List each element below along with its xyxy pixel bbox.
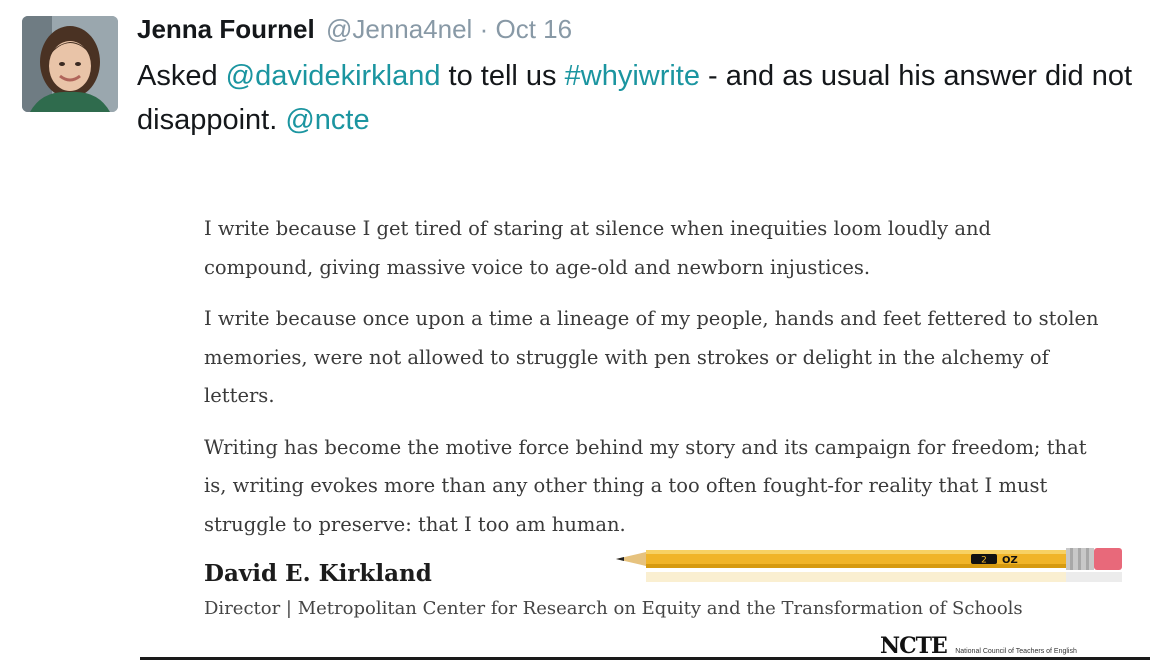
- avatar[interactable]: [22, 16, 118, 112]
- hashtag-link-whyiwrite[interactable]: #whyiwrite: [565, 60, 700, 92]
- quote-text: I write because I get tired of staring a…: [204, 210, 1104, 557]
- ncte-logo-text: NCTE: [880, 633, 948, 659]
- tweet-text-part: to tell us: [440, 60, 565, 92]
- tweet-text-part: Asked: [137, 60, 226, 92]
- tweet-text: Asked @davidekirkland to tell us #whyiwr…: [137, 54, 1157, 142]
- avatar-photo: [22, 16, 118, 112]
- tweet-header: Jenna Fournel @Jenna4nel · Oct 16: [137, 14, 572, 45]
- quote-author: David E. Kirkland: [204, 560, 432, 587]
- tweet-date[interactable]: Oct 16: [495, 14, 572, 44]
- quote-author-title: Director | Metropolitan Center for Resea…: [204, 598, 1023, 619]
- attached-image[interactable]: I write because I get tired of staring a…: [140, 190, 1150, 662]
- ncte-logo: NCTE National Council of Teachers of Eng…: [880, 633, 1077, 659]
- mention-link-ncte[interactable]: @ncte: [285, 104, 369, 136]
- ncte-logo-subtext: National Council of Teachers of English: [955, 648, 1077, 655]
- divider: [140, 657, 1150, 660]
- mention-link-davidekirkland[interactable]: @davidekirkland: [226, 60, 441, 92]
- tweet: Jenna Fournel @Jenna4nel · Oct 16 Asked …: [0, 0, 1172, 668]
- pencil-brand: OZ: [1002, 555, 1018, 566]
- quote-paragraph: I write because once upon a time a linea…: [204, 307, 1099, 407]
- pencil-mark: 2: [981, 556, 987, 566]
- pencil-icon: 2 OZ: [616, 548, 1122, 582]
- quote-paragraph: I write because I get tired of staring a…: [204, 217, 992, 279]
- author-handle[interactable]: @Jenna4nel: [326, 14, 472, 44]
- quote-paragraph: Writing has become the motive force behi…: [204, 435, 1087, 536]
- author-name[interactable]: Jenna Fournel: [137, 14, 315, 44]
- separator: ·: [479, 14, 489, 44]
